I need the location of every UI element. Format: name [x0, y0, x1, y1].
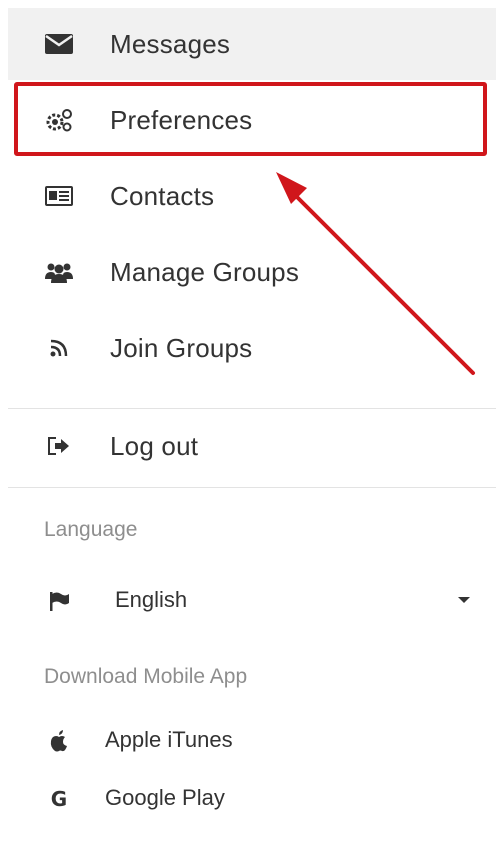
menu-label-logout: Log out [110, 430, 199, 461]
chevron-down-icon [458, 597, 470, 603]
menu-item-contacts[interactable]: Contacts [8, 160, 496, 232]
apple-itunes-link[interactable]: Apple iTunes [8, 716, 496, 766]
google-play-link[interactable]: G Google Play [8, 774, 496, 824]
envelope-icon [44, 32, 74, 56]
menu-label-preferences: Preferences [110, 104, 253, 135]
language-section-label: Language [44, 518, 138, 541]
menu-label-messages: Messages [110, 28, 231, 59]
mobile-app-section-label: Download Mobile App [44, 665, 248, 688]
google-icon: G [50, 787, 68, 811]
language-select[interactable]: English [8, 576, 496, 626]
apple-icon [44, 729, 74, 753]
rss-icon [44, 336, 74, 360]
menu-item-messages[interactable]: Messages [8, 8, 496, 80]
menu-label-manage-groups: Manage Groups [110, 256, 300, 287]
menu-item-preferences[interactable]: Preferences [8, 82, 496, 158]
apple-itunes-label: Apple iTunes [105, 727, 233, 752]
menu-item-logout[interactable]: Log out [8, 410, 496, 482]
flag-icon [44, 589, 74, 613]
menu-label-join-groups: Join Groups [110, 332, 253, 363]
menu-item-manage-groups[interactable]: Manage Groups [8, 236, 496, 308]
address-card-icon [44, 184, 74, 208]
sign-out-icon [44, 434, 74, 458]
divider [8, 487, 496, 488]
cogs-icon [44, 108, 74, 132]
menu-item-join-groups[interactable]: Join Groups [8, 312, 496, 384]
menu-label-contacts: Contacts [110, 180, 215, 211]
language-selected-value: English [115, 587, 188, 612]
divider [8, 408, 496, 409]
google-play-label: Google Play [105, 785, 225, 810]
users-icon [44, 260, 74, 284]
